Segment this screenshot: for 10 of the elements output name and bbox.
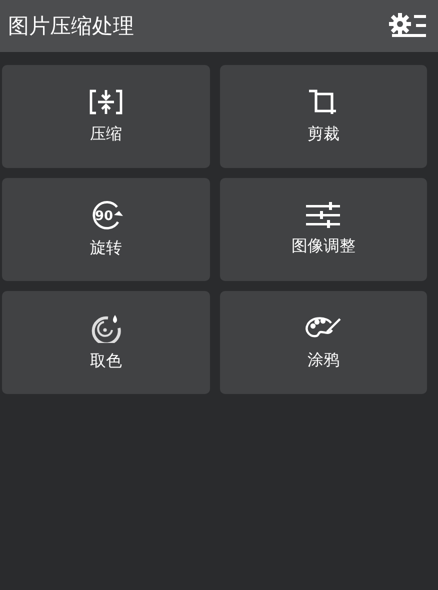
tool-button[interactable]: 剪裁	[220, 65, 427, 168]
tool-button[interactable]: 涂鸦	[220, 291, 427, 394]
compress-icon	[88, 88, 124, 116]
app-title: 图片压缩处理	[8, 13, 134, 40]
tool-button[interactable]: 压缩	[2, 65, 210, 168]
tool-button[interactable]: 图像调整	[220, 178, 427, 281]
tool-button[interactable]: 取色	[2, 291, 210, 394]
tool-button[interactable]: 90 旋转	[2, 178, 210, 281]
settings-icon[interactable]	[388, 12, 428, 40]
sliders-icon	[305, 202, 342, 228]
